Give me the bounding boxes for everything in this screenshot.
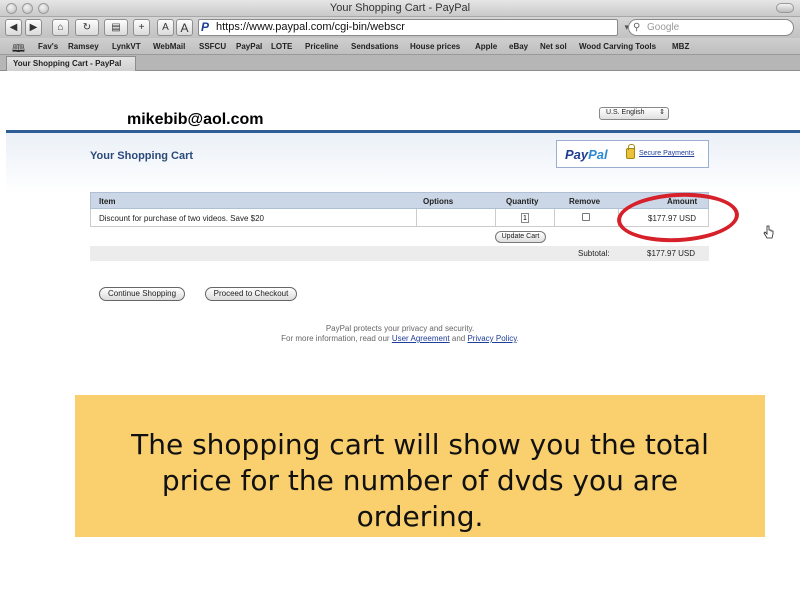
forward-arrow-icon: ▶ bbox=[29, 22, 38, 33]
bookmark-item[interactable]: Ramsey bbox=[68, 42, 99, 51]
language-select[interactable]: U.S. English ⇕ bbox=[599, 107, 669, 120]
quantity-input[interactable]: 1 bbox=[521, 213, 529, 223]
text-smaller-label: A bbox=[162, 22, 169, 33]
search-field[interactable]: ⚲ Google bbox=[628, 19, 794, 36]
privacy-notice: PayPal protects your privacy and securit… bbox=[200, 324, 600, 344]
privacy-prefix: For more information, read our bbox=[281, 334, 392, 343]
bookmark-item[interactable]: MBZ bbox=[672, 42, 689, 51]
bookmark-item[interactable]: SSFCU bbox=[199, 42, 226, 51]
secure-payments-box: PayPal Secure Payments bbox=[556, 140, 709, 168]
bookmark-item[interactable]: Net sol bbox=[540, 42, 567, 51]
text-larger-label: A bbox=[180, 20, 189, 35]
subtotal-value: $177.97 USD bbox=[647, 249, 696, 258]
window-titlebar: Your Shopping Cart - PayPal bbox=[0, 0, 800, 17]
reload-button[interactable]: ↻ bbox=[75, 19, 99, 36]
plus-icon: + bbox=[138, 22, 145, 33]
text-smaller-button[interactable]: A bbox=[157, 19, 174, 36]
address-bar-url: https://www.paypal.com/cgi-bin/webscr bbox=[216, 21, 405, 33]
browser-toolbar: ◀ ▶ ⌂ ↻ ▤ + A A P https://www.paypal.com… bbox=[0, 17, 800, 38]
update-cart-button[interactable]: Update Cart bbox=[495, 231, 546, 243]
add-bookmark-button[interactable]: + bbox=[133, 19, 150, 36]
search-placeholder: Google bbox=[647, 22, 680, 33]
home-button[interactable]: ⌂ bbox=[52, 19, 69, 36]
proceed-to-checkout-button[interactable]: Proceed to Checkout bbox=[205, 287, 297, 301]
back-button[interactable]: ◀ bbox=[5, 19, 22, 36]
update-row: Update Cart bbox=[90, 227, 709, 246]
bookmark-item[interactable]: LOTE bbox=[271, 42, 292, 51]
hand-cursor-icon bbox=[763, 225, 774, 239]
remove-checkbox[interactable] bbox=[582, 213, 590, 221]
toolbar-toggle-button[interactable] bbox=[776, 3, 794, 13]
cart-item-description: Discount for purchase of two videos. Sav… bbox=[99, 214, 264, 223]
tab-strip: Your Shopping Cart - PayPal bbox=[0, 55, 800, 71]
subtotal-label: Subtotal: bbox=[578, 249, 610, 258]
bookmark-item[interactable]: PayPal bbox=[236, 42, 262, 51]
page-title: Your Shopping Cart bbox=[90, 150, 194, 162]
window-title: Your Shopping Cart - PayPal bbox=[329, 2, 471, 14]
bookmark-item[interactable]: Sendsations bbox=[351, 42, 399, 51]
language-select-value: U.S. English bbox=[606, 109, 645, 116]
bookmark-tool-icon: ▤ bbox=[111, 22, 121, 33]
bookmark-tool-button[interactable]: ▤ bbox=[104, 19, 128, 36]
column-header-item: Item bbox=[99, 197, 116, 206]
privacy-line-1: PayPal protects your privacy and securit… bbox=[325, 324, 475, 333]
bookmark-item[interactable]: Fav's bbox=[38, 42, 58, 51]
bookmark-item[interactable]: LynkVT bbox=[112, 42, 141, 51]
caption-box: The shopping cart will show you the tota… bbox=[75, 395, 765, 537]
bookmark-item[interactable]: eBay bbox=[509, 42, 528, 51]
table-header: Item Options Quantity Remove Amount bbox=[90, 192, 709, 209]
paypal-logo-part1: Pay bbox=[565, 147, 589, 162]
privacy-policy-link[interactable]: Privacy Policy bbox=[467, 334, 516, 343]
privacy-period: . bbox=[516, 334, 519, 343]
home-icon: ⌂ bbox=[57, 22, 64, 33]
subtotal-row: Subtotal: $177.97 USD bbox=[90, 246, 709, 261]
column-divider bbox=[416, 209, 417, 226]
column-header-remove: Remove bbox=[569, 197, 601, 206]
back-arrow-icon: ◀ bbox=[9, 22, 18, 33]
privacy-line-2: For more information, read our User Agre… bbox=[200, 334, 600, 344]
paypal-logo-part2: Pal bbox=[588, 147, 608, 162]
forward-button[interactable]: ▶ bbox=[25, 19, 42, 36]
caption-text: The shopping cart will show you the tota… bbox=[131, 428, 709, 533]
column-header-options: Options bbox=[423, 197, 454, 206]
column-divider bbox=[495, 209, 496, 226]
bookmarks-bar: 🕮 Fav's Ramsey LynkVT WebMail SSFCU PayP… bbox=[0, 38, 800, 55]
search-icon: ⚲ bbox=[633, 22, 641, 33]
cart-table: Item Options Quantity Remove Amount Disc… bbox=[90, 192, 709, 261]
text-larger-button[interactable]: A bbox=[176, 19, 193, 36]
lock-icon bbox=[626, 144, 635, 159]
tab-shopping-cart[interactable]: Your Shopping Cart - PayPal bbox=[6, 56, 136, 71]
continue-shopping-button[interactable]: Continue Shopping bbox=[99, 287, 185, 301]
bookmark-item[interactable]: Priceline bbox=[305, 42, 338, 51]
bookmark-item[interactable]: Apple bbox=[475, 42, 497, 51]
account-email: mikebib@aol.com bbox=[127, 111, 264, 128]
bookmark-item[interactable]: Wood Carving Tools bbox=[579, 42, 656, 51]
reload-icon: ↻ bbox=[82, 22, 92, 33]
paypal-favicon-icon: P bbox=[201, 20, 210, 34]
user-agreement-link[interactable]: User Agreement bbox=[392, 334, 450, 343]
select-arrows-icon: ⇕ bbox=[659, 109, 665, 116]
bookmark-item[interactable]: WebMail bbox=[153, 42, 185, 51]
paypal-logo: PayPal bbox=[565, 147, 608, 162]
privacy-and: and bbox=[449, 334, 468, 343]
column-header-quantity: Quantity bbox=[506, 197, 539, 206]
bookmark-item[interactable]: House prices bbox=[410, 42, 460, 51]
column-divider bbox=[554, 209, 555, 226]
secure-payments-link[interactable]: Secure Payments bbox=[639, 150, 694, 157]
address-bar[interactable]: P https://www.paypal.com/cgi-bin/webscr … bbox=[198, 19, 629, 36]
